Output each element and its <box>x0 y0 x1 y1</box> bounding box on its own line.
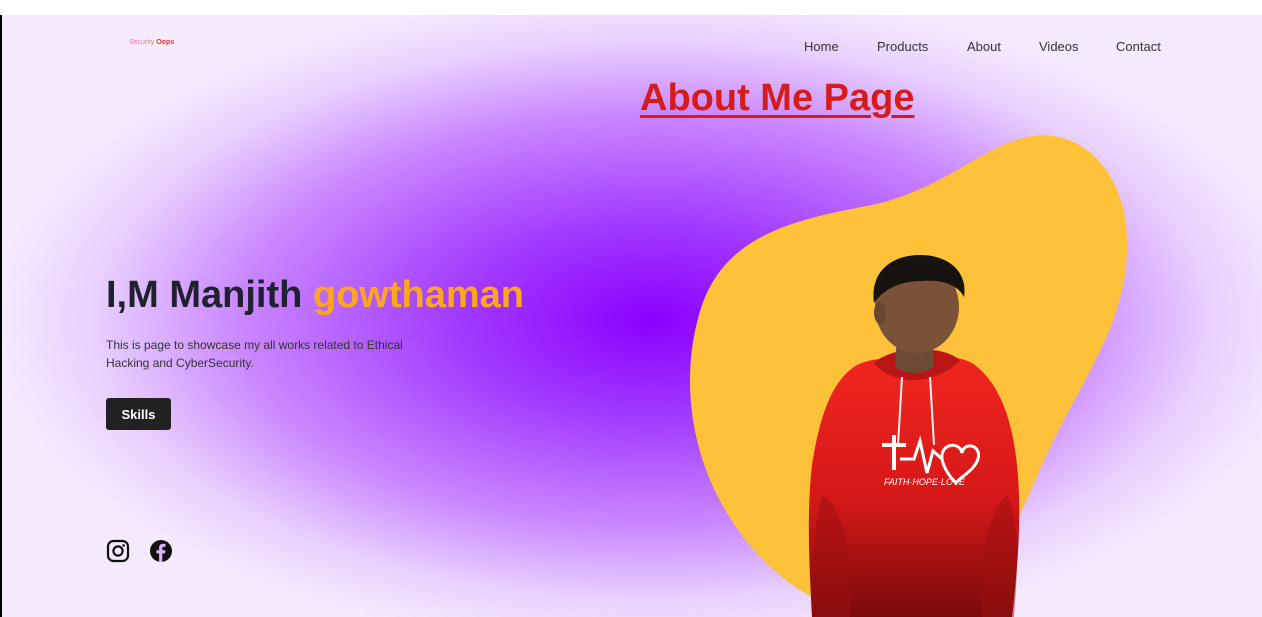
site-logo[interactable]: Security Oops <box>129 39 174 46</box>
hero-name-highlight: gowthaman <box>312 274 524 316</box>
instagram-icon[interactable] <box>106 539 130 563</box>
top-white-strip <box>0 0 1262 15</box>
logo-part2: Oops <box>156 39 175 46</box>
hoodie-print-text: FAITH·HOPE·LOVE <box>884 477 966 487</box>
nav-about[interactable]: About <box>967 39 1001 54</box>
skills-button[interactable]: Skills <box>106 398 171 430</box>
nav-contact[interactable]: Contact <box>1116 39 1161 54</box>
hero-description: This is page to showcase my all works re… <box>106 338 403 370</box>
nav-products[interactable]: Products <box>877 39 928 54</box>
page-heading: About Me Page <box>640 77 915 119</box>
facebook-icon[interactable] <box>149 539 173 563</box>
nav-videos[interactable]: Videos <box>1039 39 1079 54</box>
hero-title: I,M Manjith gowthaman <box>106 274 524 317</box>
profile-photo: FAITH·HOPE·LOVE <box>808 255 1020 617</box>
logo-part1: Security <box>129 39 155 46</box>
hero-name-prefix: I,M Manjith <box>106 274 313 316</box>
hero-section: Security Oops Home Products About Videos… <box>2 15 1262 617</box>
nav-home[interactable]: Home <box>804 39 839 54</box>
